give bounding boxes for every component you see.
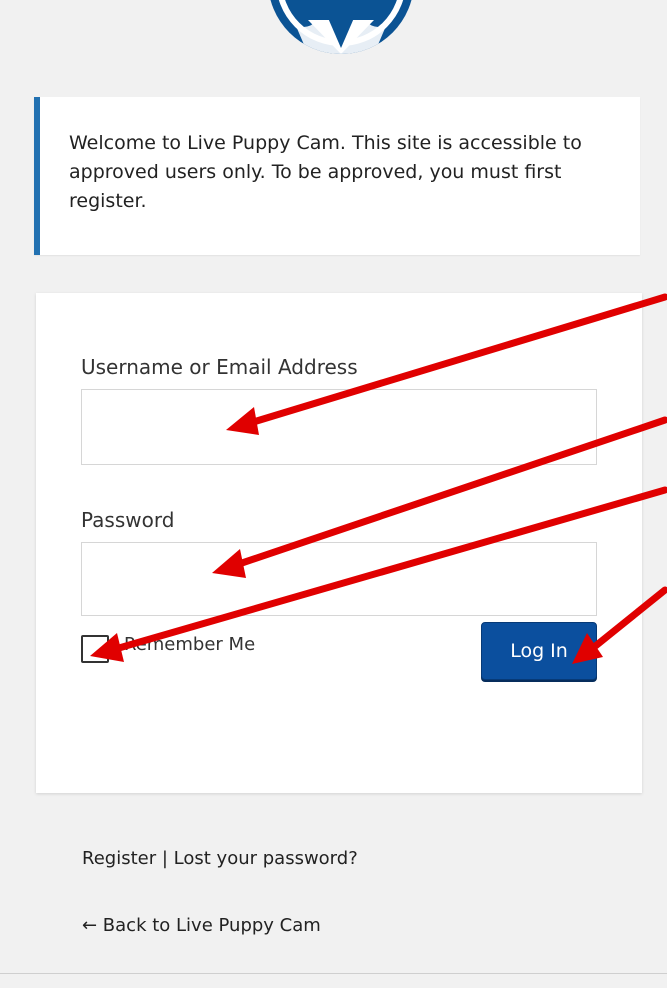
lost-password-link[interactable]: Lost your password? [174,848,358,869]
link-separator: | [161,848,168,869]
password-label: Password [81,508,175,532]
login-form: Username or Email Address Password Remem… [36,293,642,793]
notice-text: Welcome to Live Puppy Cam. This site is … [69,132,582,212]
username-input[interactable] [81,389,597,465]
welcome-notice: Welcome to Live Puppy Cam. This site is … [34,97,640,255]
log-in-button[interactable]: Log In [481,622,597,680]
nav-links: Register | Lost your password? [82,848,358,869]
remember-me-checkbox[interactable] [81,635,109,663]
username-label: Username or Email Address [81,355,358,379]
back-to-site-link[interactable]: ← Back to Live Puppy Cam [82,915,321,936]
remember-me-label[interactable]: Remember Me [124,634,255,655]
password-input[interactable] [81,542,597,616]
wordpress-logo-icon[interactable] [268,0,414,54]
bottom-divider [0,973,667,974]
register-link[interactable]: Register [82,848,156,869]
